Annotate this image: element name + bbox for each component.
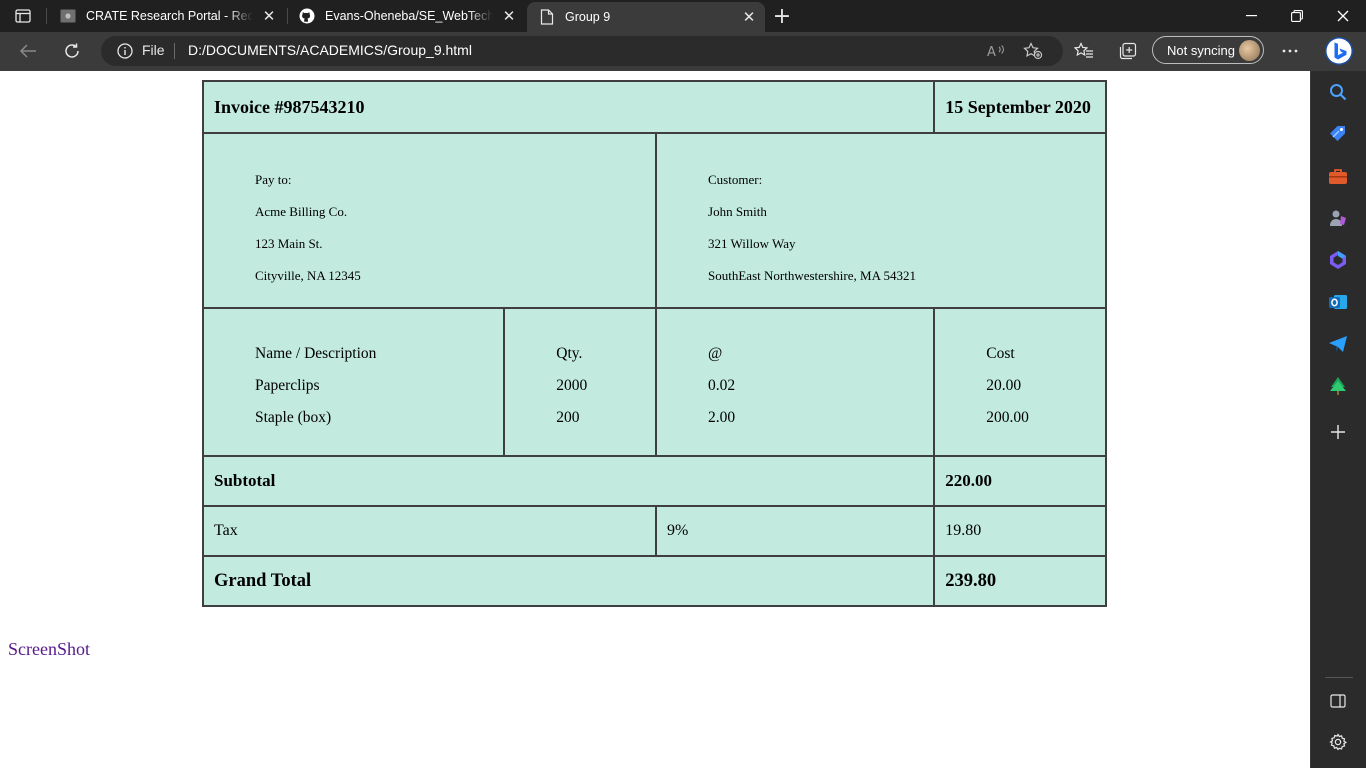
add-sidebar-app-icon[interactable] — [1327, 421, 1349, 443]
item-price: 2.00 — [708, 409, 736, 426]
items-row: Name / Description Paperclips Staple (bo… — [201, 307, 1107, 457]
refresh-icon[interactable] — [58, 37, 86, 65]
settings-gear-icon[interactable] — [1327, 731, 1349, 753]
tax-rate: 9% — [655, 505, 936, 557]
read-aloud-icon[interactable]: A — [983, 37, 1011, 65]
grand-total-label: Grand Total — [201, 555, 936, 607]
invoice-number: Invoice #987543210 — [201, 80, 936, 134]
close-tab-icon[interactable]: ✕ — [499, 6, 519, 26]
microsoft-365-icon[interactable] — [1327, 249, 1349, 271]
page-favicon-icon — [60, 8, 76, 24]
item-description: Staple (box) — [255, 409, 332, 426]
invoice-table: Invoice #987543210 15 September 2020 Pay… — [201, 80, 1107, 607]
customer-street: 321 Willow Way — [708, 236, 796, 251]
invoice-header-row: Invoice #987543210 15 September 2020 — [201, 80, 1107, 134]
price-column: @ 0.02 2.00 — [655, 307, 936, 457]
tab-crate-portal[interactable]: CRATE Research Portal - Request ✕ — [48, 0, 285, 32]
tax-row: Tax 9% 19.80 — [201, 505, 1107, 557]
new-tab-icon[interactable]: + — [770, 4, 794, 29]
pay-to-label: Pay to: — [255, 172, 292, 187]
svg-text:A: A — [987, 45, 996, 59]
info-icon[interactable] — [117, 43, 133, 59]
customer-city: SouthEast Northwestershire, MA 54321 — [708, 268, 916, 283]
tab-group-9[interactable]: Group 9 ✕ — [527, 2, 765, 32]
grand-total-row: Grand Total 239.80 — [201, 555, 1107, 607]
edge-sidebar — [1310, 71, 1366, 768]
column-header-description: Name / Description — [255, 345, 377, 362]
pay-to-street: 123 Main St. — [255, 236, 323, 251]
scheme-label[interactable]: File — [142, 42, 165, 58]
sync-label: Not syncing — [1167, 42, 1235, 58]
quantity-column: Qty. 2000 200 — [503, 307, 658, 457]
outlook-icon[interactable] — [1327, 291, 1349, 313]
subtotal-label: Subtotal — [201, 455, 936, 507]
pay-to-name: Acme Billing Co. — [255, 204, 348, 219]
collections-icon[interactable] — [1114, 37, 1142, 65]
pay-to-city: Cityville, NA 12345 — [255, 268, 361, 283]
column-header-price: @ — [708, 345, 723, 362]
pay-to-cell: Pay to: Acme Billing Co. 123 Main St. Ci… — [201, 132, 658, 309]
tab-actions-icon[interactable] — [12, 6, 34, 26]
item-description: Paperclips — [255, 377, 320, 394]
minimize-icon[interactable] — [1228, 0, 1274, 32]
grand-total-value: 239.80 — [933, 555, 1107, 607]
item-cost: 200.00 — [986, 409, 1029, 426]
browser-toolbar: File D:/DOCUMENTS/ACADEMICS/Group_9.html… — [0, 32, 1366, 72]
avatar — [1239, 40, 1260, 61]
column-header-qty: Qty. — [556, 345, 583, 362]
tax-label: Tax — [201, 505, 658, 557]
item-cost: 20.00 — [986, 377, 1022, 394]
subtotal-value: 220.00 — [933, 455, 1107, 507]
profile-sync-button[interactable]: Not syncing — [1152, 36, 1264, 64]
address-bar[interactable]: File D:/DOCUMENTS/ACADEMICS/Group_9.html… — [101, 36, 1063, 66]
tab-github-repo[interactable]: Evans-Oheneba/SE_WebTech_Rep ✕ — [287, 0, 525, 32]
document-icon — [539, 9, 555, 25]
column-header-cost: Cost — [986, 345, 1015, 362]
telegram-send-icon[interactable] — [1327, 333, 1349, 355]
github-icon — [299, 8, 315, 24]
tab-separator — [46, 8, 47, 24]
tax-value: 19.80 — [933, 505, 1107, 557]
search-icon[interactable] — [1327, 81, 1349, 103]
address-divider — [174, 43, 175, 59]
customer-cell: Customer: John Smith 321 Willow Way Sout… — [655, 132, 1107, 309]
add-favorite-icon[interactable] — [1019, 37, 1047, 65]
cost-column: Cost 20.00 200.00 — [933, 307, 1107, 457]
address-row: Pay to: Acme Billing Co. 123 Main St. Ci… — [201, 132, 1107, 309]
more-menu-icon[interactable] — [1276, 37, 1304, 65]
restore-icon[interactable] — [1274, 0, 1320, 32]
item-qty: 200 — [556, 409, 580, 426]
description-column: Name / Description Paperclips Staple (bo… — [201, 307, 506, 457]
tab-title: Evans-Oheneba/SE_WebTech_Rep — [325, 9, 493, 23]
item-price: 0.02 — [708, 377, 736, 394]
page-content: Invoice #987543210 15 September 2020 Pay… — [0, 71, 1310, 768]
tab-title: CRATE Research Portal - Request — [86, 9, 253, 23]
tools-icon[interactable] — [1327, 165, 1349, 187]
back-arrow-icon[interactable] — [14, 37, 42, 65]
tab-title: Group 9 — [565, 10, 611, 24]
customer-name: John Smith — [708, 204, 767, 219]
games-icon[interactable] — [1327, 207, 1349, 229]
close-tab-icon[interactable]: ✕ — [739, 7, 759, 27]
tree-icon[interactable] — [1327, 375, 1349, 397]
invoice-date: 15 September 2020 — [933, 80, 1107, 134]
close-window-icon[interactable] — [1320, 0, 1366, 32]
screenshot-link[interactable]: ScreenShot — [8, 639, 90, 660]
customer-label: Customer: — [708, 172, 763, 187]
close-tab-icon[interactable]: ✕ — [259, 6, 279, 26]
favorites-icon[interactable] — [1070, 37, 1098, 65]
item-qty: 2000 — [556, 377, 588, 394]
shopping-tag-icon[interactable] — [1327, 123, 1349, 145]
subtotal-row: Subtotal 220.00 — [201, 455, 1107, 507]
url-text[interactable]: D:/DOCUMENTS/ACADEMICS/Group_9.html — [188, 42, 472, 58]
tab-bar: CRATE Research Portal - Request ✕ Evans-… — [0, 0, 1366, 32]
sidebar-divider — [1325, 677, 1353, 678]
hide-sidebar-icon[interactable] — [1327, 690, 1349, 712]
bing-copilot-icon[interactable] — [1323, 35, 1355, 67]
